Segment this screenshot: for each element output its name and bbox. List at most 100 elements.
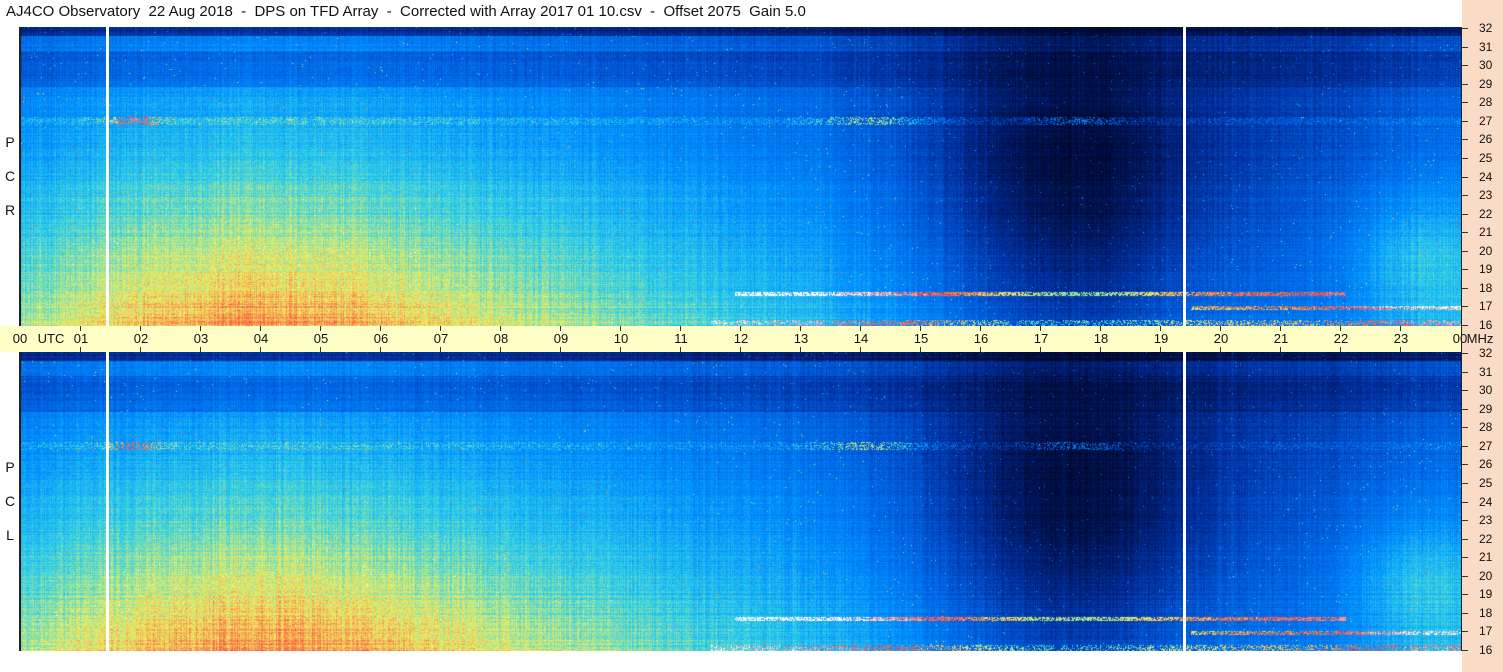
time-tick [440,347,441,352]
time-label: 14 [853,331,869,346]
frequency-tick [1462,65,1468,67]
time-tick [1340,347,1341,352]
time-label: 13 [793,331,809,346]
page-title: AJ4CO Observatory 22 Aug 2018 - DPS on T… [6,3,806,20]
time-tick [260,347,261,352]
time-label: 07 [433,331,449,346]
frequency-label: 28 [1479,420,1493,435]
frequency-label: 20 [1479,568,1493,583]
frequency-tick [1462,650,1468,651]
lcp-letter-3: L [6,527,14,543]
frequency-tick [1462,157,1468,159]
time-tick [200,347,201,352]
frequency-label: 22 [1479,206,1493,221]
frequency-tick [1462,464,1468,466]
time-tick [200,326,201,331]
time-tick [1100,326,1101,331]
frequency-tick [1462,46,1468,48]
rcp-spectrogram-image [20,27,1461,326]
time-label: UTC [37,331,65,346]
time-label: 23 [1393,331,1409,346]
frequency-label: 25 [1479,150,1493,165]
time-tick [1040,347,1041,352]
frequency-tick [1462,83,1468,85]
frequency-label: 18 [1479,605,1493,620]
time-tick [1280,347,1281,352]
time-tick [80,326,81,331]
frequency-label: 31 [1479,364,1493,379]
frequency-tick [1462,28,1468,29]
rcp-letter-1: P [5,134,15,150]
frequency-tick [1462,482,1468,484]
frequency-label: 32 [1479,21,1493,35]
time-tick [680,326,681,331]
time-tick [1220,347,1221,352]
time-label: 04 [253,331,269,346]
time-label: 06 [373,331,389,346]
time-tick [380,326,381,331]
frequency-tick [1462,594,1468,596]
time-tick [860,347,861,352]
frequency-tick [1462,176,1468,178]
frequency-label: 22 [1479,531,1493,546]
frequency-tick [1462,232,1468,234]
time-label: 09 [553,331,569,346]
rcp-left-axis [19,27,21,326]
frequency-label: 20 [1479,243,1493,258]
time-label: 05 [313,331,329,346]
lcp-letter-2: C [4,493,16,509]
time-tick [1040,326,1041,331]
frequency-tick [1462,501,1468,503]
frequency-label: 21 [1479,550,1493,565]
time-tick [1400,347,1401,352]
time-tick [260,326,261,331]
time-tick [980,347,981,352]
frequency-tick [1462,371,1468,373]
frequency-label: 23 [1479,188,1493,203]
time-label: 01 [73,331,89,346]
frequency-label: 26 [1479,132,1493,147]
frequency-label: 17 [1479,299,1493,314]
time-tick [380,347,381,352]
frequency-tick [1462,195,1468,197]
time-label: 22 [1333,331,1349,346]
time-tick [1160,326,1161,331]
frequency-tick [1462,445,1468,447]
time-tick [560,326,561,331]
lcp-letter-1: P [5,459,15,475]
rcp-marker-line-2 [1183,27,1186,326]
frequency-tick [1462,427,1468,429]
time-tick [800,347,801,352]
time-tick [1280,326,1281,331]
frequency-tick [1462,353,1468,354]
rcp-letter-3: R [4,202,16,218]
frequency-tick [1462,575,1468,577]
time-label: 17 [1033,331,1049,346]
time-tick [500,326,501,331]
frequency-label: 17 [1479,624,1493,639]
frequency-label: 16 [1479,318,1493,332]
time-tick [1100,347,1101,352]
frequency-label: 31 [1479,39,1493,54]
lcp-spectrogram-image [20,352,1461,651]
frequency-tick [1462,325,1468,326]
frequency-label: 24 [1479,494,1493,509]
frequency-tick [1462,120,1468,122]
frequency-label: 19 [1479,262,1493,277]
frequency-tick [1462,139,1468,141]
frequency-label: 19 [1479,587,1493,602]
time-tick [320,347,321,352]
time-label: 19 [1153,331,1169,346]
frequency-tick [1462,390,1468,392]
time-tick [620,326,621,331]
time-tick [1340,326,1341,331]
time-tick [680,347,681,352]
time-tick [800,326,801,331]
frequency-label: 28 [1479,95,1493,110]
time-tick [440,326,441,331]
frequency-tick [1462,250,1468,252]
time-label: 03 [193,331,209,346]
lcp-marker-line-1 [106,352,109,651]
rcp-marker-line-1 [106,27,109,326]
frequency-tick [1462,557,1468,559]
